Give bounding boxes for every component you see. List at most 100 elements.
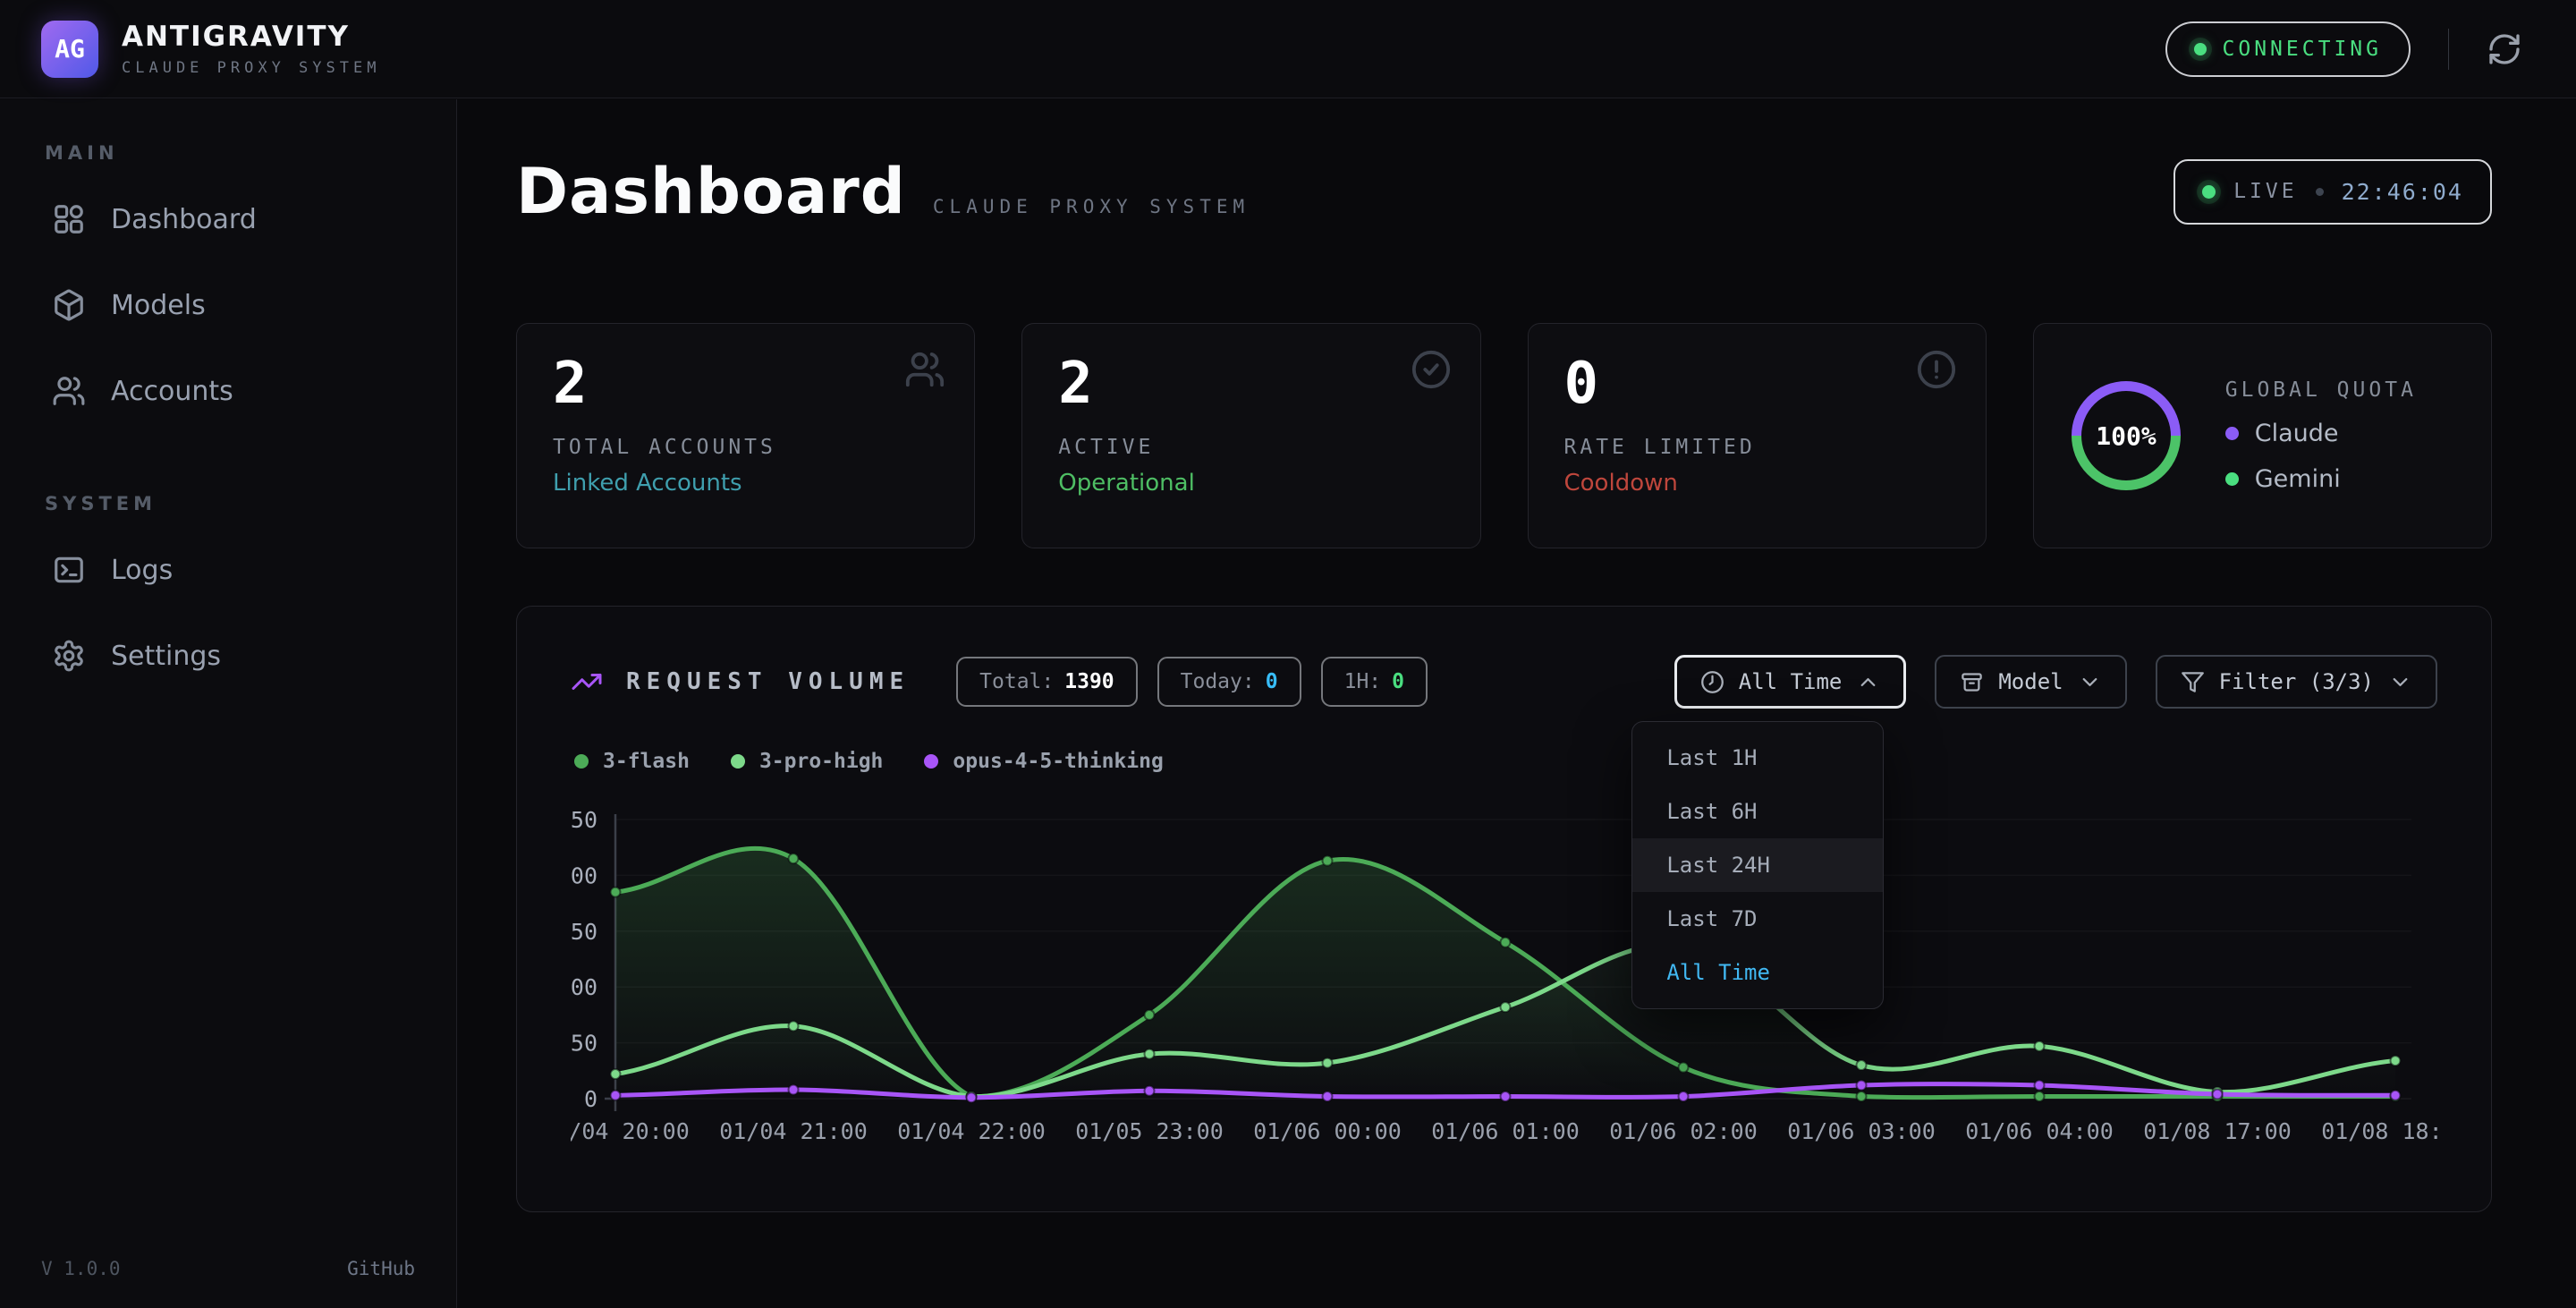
stat-label: ACTIVE (1058, 436, 1444, 459)
users-icon (52, 374, 86, 408)
live-badge: LIVE 22:46:04 (2174, 159, 2492, 225)
svg-text:01/06 03:00: 01/06 03:00 (1787, 1118, 1936, 1144)
sidebar-item-dashboard[interactable]: Dashboard (41, 194, 415, 244)
filter-button[interactable]: Filter (3/3) (2156, 655, 2437, 709)
connection-status-badge: CONNECTING (2165, 21, 2411, 77)
sidebar-item-logs[interactable]: Logs (41, 545, 415, 595)
legend-dot-icon (574, 754, 589, 769)
github-link[interactable]: GitHub (347, 1258, 415, 1279)
legend-item-opus-4-5-thinking[interactable]: opus-4-5-thinking (924, 750, 1163, 773)
quota-legend-item: Claude (2225, 420, 2417, 447)
alert-circle-icon (1916, 349, 1957, 390)
funnel-icon (2181, 670, 2205, 694)
connection-status-label: CONNECTING (2223, 38, 2382, 61)
sidebar-item-models[interactable]: Models (41, 280, 415, 330)
legend-series-name: 3-pro-high (759, 750, 883, 773)
dropdown-item-all-time[interactable]: All Time (1632, 946, 1883, 999)
sidebar-nav: MAIN Dashboard Models Accounts SYSTEM Logs Set… (41, 142, 415, 681)
topbar-right: CONNECTING (2165, 21, 2522, 77)
stat-label: TOTAL ACCOUNTS (553, 436, 938, 459)
dropdown-item-last-24h[interactable]: Last 24H (1632, 838, 1883, 892)
stat-value: 2 (1058, 354, 1444, 414)
stat-chip-1h: 1H:0 (1321, 657, 1428, 707)
archive-icon (1960, 670, 1984, 694)
quota-donut: 100% (2066, 376, 2186, 496)
stat-card-rate-limited: 0RATE LIMITEDCooldown (1528, 323, 1987, 548)
request-volume-panel: REQUEST VOLUME Total:1390Today:01H:0 All… (516, 606, 2492, 1212)
svg-text:01/04 22:00: 01/04 22:00 (897, 1118, 1046, 1144)
users-icon (904, 349, 945, 390)
quota-legend-name: Claude (2255, 420, 2339, 447)
grid-icon (52, 202, 86, 236)
sidebar-item-accounts[interactable]: Accounts (41, 366, 415, 416)
svg-text:01/04 21:00: 01/04 21:00 (719, 1118, 868, 1144)
quota-legend-name: Gemini (2255, 465, 2341, 493)
chevron-down-icon (2078, 670, 2102, 694)
app-subtitle: CLAUDE PROXY SYSTEM (122, 59, 380, 77)
svg-text:01/06 01:00: 01/06 01:00 (1431, 1118, 1580, 1144)
chip-label: 1H: (1344, 670, 1382, 693)
app-logo: AG (41, 21, 98, 78)
chevron-down-icon (2388, 670, 2412, 694)
live-label: LIVE (2233, 180, 2297, 203)
model-filter-button[interactable]: Model (1935, 655, 2126, 709)
chip-label: Today: (1181, 670, 1255, 693)
dropdown-item-last-1h[interactable]: Last 1H (1632, 731, 1883, 785)
svg-text:01/05 23:00: 01/05 23:00 (1075, 1118, 1224, 1144)
stats-chips: Total: 1390 Today: 0 1H:0 (956, 657, 1428, 707)
svg-text:01/08 18:00: 01/08 18:00 (2321, 1118, 2439, 1144)
quota-percent: 100% (2096, 421, 2157, 451)
status-dot-icon (2194, 43, 2207, 55)
legend-dot-icon (2225, 427, 2239, 440)
stat-value: 2 (553, 354, 938, 414)
chip-value: 1390 (1064, 670, 1114, 693)
quota-label: GLOBAL QUOTA (2225, 378, 2417, 402)
nav-section-label-system: SYSTEM (45, 493, 415, 514)
stat-substatus: Linked Accounts (553, 470, 938, 497)
stat-substatus: Operational (1058, 470, 1444, 497)
request-volume-header: REQUEST VOLUME Total: 1390 Today: 0 1H:0 All… (571, 655, 2437, 709)
global-quota-card: 100% GLOBAL QUOTA Claude Gemini (2033, 323, 2492, 548)
time-range-dropdown: Last 1HLast 6HLast 24HLast 7DAll Time (1631, 721, 1884, 1009)
dropdown-item-last-6h[interactable]: Last 6H (1632, 785, 1883, 838)
quota-legend-item: Gemini (2225, 465, 2417, 493)
separator-dot-icon (2316, 188, 2324, 196)
sidebar-item-settings[interactable]: Settings (41, 631, 415, 681)
time-range-button[interactable]: All Time (1674, 655, 1907, 709)
app-name: ANTIGRAVITY (122, 21, 380, 53)
stat-chip-total: Total: 1390 (956, 657, 1137, 707)
cube-icon (52, 288, 86, 322)
chevron-up-icon (1856, 670, 1880, 694)
chip-value: 0 (1266, 670, 1278, 693)
dropdown-item-last-7d[interactable]: Last 7D (1632, 892, 1883, 946)
svg-text:0: 0 (584, 1086, 597, 1112)
page-title: Dashboard (516, 155, 906, 228)
page-subtitle: CLAUDE PROXY SYSTEM (933, 196, 1250, 217)
svg-text:01/04 20:00: 01/04 20:00 (571, 1118, 690, 1144)
page-header: Dashboard CLAUDE PROXY SYSTEM LIVE 22:46… (516, 155, 2492, 228)
check-circle-icon (1411, 349, 1452, 390)
terminal-icon (52, 553, 86, 587)
stat-cards-row: 2 TOTAL ACCOUNTS Linked Accounts 2 ACTIVE Ope… (516, 323, 2492, 548)
stat-substatus: Cooldown (1564, 470, 1950, 497)
chip-label: Total: (979, 670, 1054, 693)
sidebar-item-label: Logs (111, 555, 173, 586)
topbar: AG ANTIGRAVITY CLAUDE PROXY SYSTEM CONNE… (0, 0, 2576, 98)
sidebar-item-label: Models (111, 290, 206, 321)
stat-card-active: 2 ACTIVE Operational (1021, 323, 1480, 548)
panel-title: REQUEST VOLUME (626, 668, 910, 695)
legend-item-3-pro-high[interactable]: 3-pro-high (731, 750, 883, 773)
svg-text:100: 100 (571, 974, 597, 1000)
live-dot-icon (2202, 185, 2216, 199)
svg-text:01/06 02:00: 01/06 02:00 (1609, 1118, 1758, 1144)
topbar-divider (2448, 29, 2449, 70)
svg-text:250: 250 (571, 807, 597, 833)
refresh-icon[interactable] (2487, 31, 2522, 67)
legend-dot-icon (731, 754, 745, 769)
svg-text:50: 50 (571, 1031, 597, 1057)
sidebar-footer: V 1.0.0 GitHub (41, 1258, 415, 1279)
legend-item-3-flash[interactable]: 3-flash (574, 750, 690, 773)
nav-section-label-main: MAIN (45, 142, 415, 164)
stat-value: 0 (1564, 354, 1950, 414)
chart-legend: 3-flash 3-pro-high opus-4-5-thinking (571, 750, 2437, 773)
